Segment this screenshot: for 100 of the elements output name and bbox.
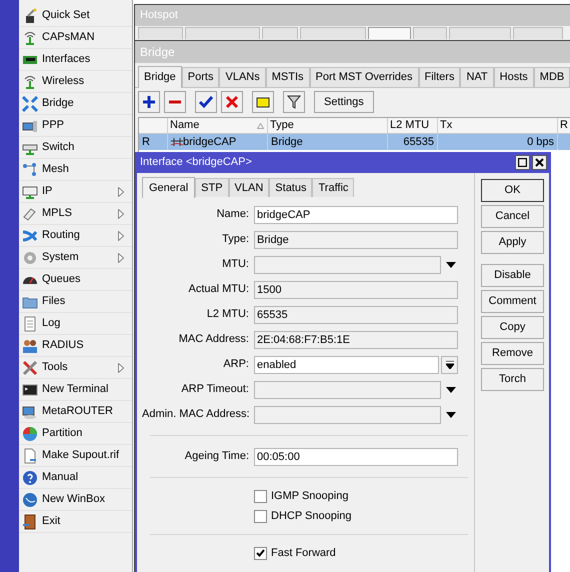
sort-arrow-icon (257, 122, 264, 128)
funnel-icon (287, 95, 301, 109)
table-cell-text: 65535 (403, 135, 434, 150)
tab[interactable]: Ports (182, 67, 220, 87)
remove-button[interactable] (164, 91, 186, 113)
column-header[interactable]: Tx (438, 118, 558, 133)
pie-chart-icon (22, 426, 38, 442)
ip-icon (22, 184, 38, 200)
table-cell-text: R (142, 135, 150, 150)
globe-icon (22, 492, 38, 508)
checkbox-label: Fast Forward (271, 546, 336, 561)
dialog-button[interactable]: Copy (481, 316, 544, 339)
note-icon (256, 95, 270, 109)
sidebar-item[interactable]: PPP (19, 115, 132, 137)
select-field[interactable]: enabled (254, 356, 439, 374)
sidebar-item[interactable]: IP (19, 181, 132, 203)
dialog-button[interactable]: Disable (481, 264, 544, 287)
tab[interactable]: VLANs (219, 67, 266, 87)
users-icon (22, 338, 38, 354)
field-label: ARP: (222, 357, 250, 372)
sidebar-item[interactable]: Interfaces (19, 49, 132, 71)
tab[interactable]: NAT (460, 67, 494, 87)
sidebar-item[interactable]: Routing (19, 225, 132, 247)
column-header[interactable]: Type (268, 118, 388, 133)
sidebar-item[interactable]: MetaROUTER (19, 401, 132, 423)
tab[interactable]: Port MST Overrides (310, 67, 419, 87)
tab[interactable]: MDB (534, 67, 570, 87)
tab[interactable]: Traffic (312, 178, 354, 197)
checkbox[interactable] (254, 510, 267, 522)
settings-button[interactable]: Settings (314, 91, 374, 113)
add-button[interactable] (138, 91, 160, 113)
table-row[interactable]: R bridgeCAP Bridge 65535 0 bps (139, 134, 570, 150)
sidebar-item[interactable]: CAPsMAN (19, 27, 132, 49)
sidebar-item[interactable]: Quick Set (19, 5, 132, 27)
sidebar-item[interactable]: Make Supout.rif (19, 445, 132, 467)
hotspot-tab[interactable] (368, 27, 411, 39)
sidebar-item[interactable]: New WinBox (19, 489, 132, 511)
gear-icon (22, 250, 38, 266)
table-cell-text: 0 bps (527, 135, 554, 150)
dialog-button[interactable]: Remove (481, 342, 544, 365)
dialog-button[interactable]: Apply (481, 231, 544, 254)
sidebar-item[interactable]: Files (19, 291, 132, 313)
sidebar-item[interactable]: Switch (19, 137, 132, 159)
checkbox-label: DHCP Snooping (271, 508, 352, 524)
sidebar-item[interactable]: New Terminal (19, 379, 132, 401)
comment-button[interactable] (252, 91, 274, 113)
disable-button[interactable] (221, 91, 243, 113)
column-header[interactable]: R (558, 118, 570, 133)
arrows-icon (22, 96, 38, 112)
sidebar-item[interactable]: Queues (19, 269, 132, 291)
tags-icon (22, 206, 38, 222)
dialog-button[interactable]: OK (481, 179, 544, 202)
crossed-arrows-icon (22, 228, 38, 244)
close-button[interactable] (532, 155, 547, 170)
field-label: Name: (216, 207, 250, 222)
column-header[interactable]: L2 MTU (388, 118, 438, 133)
dialog-button[interactable]: Cancel (481, 205, 544, 228)
input-field[interactable]: bridgeCAP (254, 206, 458, 224)
antenna-icon (22, 30, 38, 46)
sidebar-item[interactable]: Mesh (19, 159, 132, 181)
sidebar-item[interactable]: Manual (19, 467, 132, 489)
dropdown-button[interactable] (441, 356, 458, 374)
dropdown-field[interactable] (254, 406, 441, 424)
dropdown-field[interactable] (254, 380, 441, 398)
tab[interactable]: General (142, 177, 196, 198)
sidebar-item[interactable]: Exit (19, 511, 132, 533)
field-label: Actual MTU: (187, 282, 250, 298)
sidebar-item[interactable]: Log (19, 313, 132, 335)
sidebar-item[interactable]: MPLS (19, 203, 132, 225)
input-field: 2E:04:68:F7:B5:1E (254, 330, 458, 348)
dropdown-field[interactable] (254, 256, 441, 274)
tab[interactable]: Filters (418, 67, 460, 87)
checkbox[interactable] (254, 490, 267, 502)
enable-button[interactable] (195, 91, 217, 113)
plus-icon (142, 95, 156, 109)
sidebar-item[interactable]: Wireless (19, 71, 132, 93)
tab[interactable]: VLAN (228, 178, 270, 197)
dialog-button[interactable]: Torch (481, 368, 544, 391)
column-header[interactable]: Name (168, 118, 268, 133)
computer-icon (22, 404, 38, 420)
check-icon (199, 95, 213, 109)
tab[interactable]: Hosts (494, 67, 534, 87)
sidebar-item[interactable]: System (19, 247, 132, 269)
sidebar-item[interactable]: RADIUS (19, 335, 132, 357)
dialog-button[interactable]: Comment (481, 290, 544, 313)
field-label: MAC Address: (178, 332, 250, 348)
tab[interactable]: MSTIs (266, 67, 310, 87)
tab[interactable]: STP (195, 178, 229, 197)
maximize-icon (518, 158, 527, 167)
field-label: Admin. MAC Address: (142, 407, 251, 422)
input-field[interactable]: 00:05:00 (254, 448, 458, 466)
filter-button[interactable] (283, 91, 305, 113)
checkbox[interactable] (254, 546, 267, 560)
sidebar-item[interactable]: Partition (19, 423, 132, 445)
tab[interactable]: Status (269, 178, 312, 197)
table-cell-text: Bridge (271, 135, 303, 150)
sidebar-item[interactable]: Tools (19, 357, 132, 379)
sidebar-item[interactable]: Bridge (19, 93, 132, 115)
tab[interactable]: Bridge (138, 66, 182, 88)
maximize-button[interactable] (515, 155, 530, 170)
